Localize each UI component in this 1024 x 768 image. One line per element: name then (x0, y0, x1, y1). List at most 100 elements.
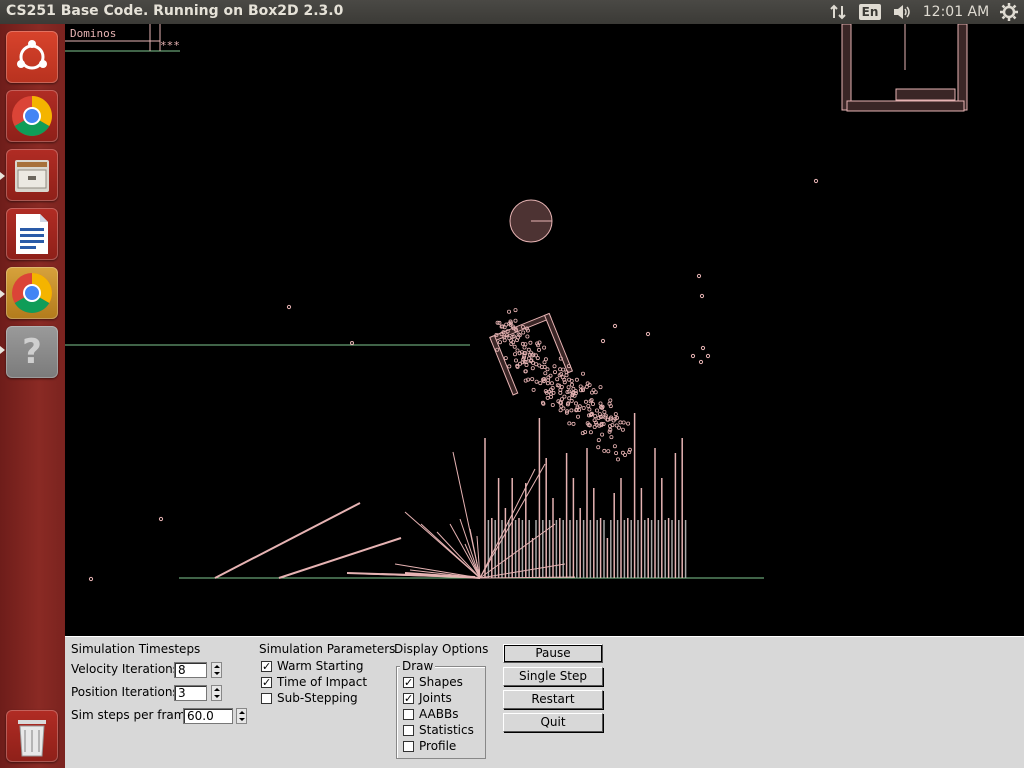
aabbs-label: AABBs (419, 707, 459, 721)
particle (621, 420, 626, 425)
particle (559, 397, 564, 402)
launcher-trash[interactable] (6, 710, 58, 762)
pendulum-ball (509, 199, 553, 243)
particle (573, 401, 578, 406)
time-of-impact-checkbox[interactable]: ✓ (261, 677, 272, 688)
simulation-canvas[interactable]: Dominos *** (65, 24, 1024, 636)
launcher-ubuntu-dash[interactable] (6, 31, 58, 83)
particle (543, 357, 548, 362)
particle (569, 382, 574, 387)
power-gear-icon[interactable] (998, 0, 1020, 24)
parameters-heading: Simulation Parameters (259, 642, 396, 656)
particle (555, 377, 560, 382)
launcher-chrome[interactable] (6, 90, 58, 142)
network-icon[interactable] (826, 0, 850, 24)
particle (503, 356, 508, 361)
particle (521, 330, 526, 335)
launcher-chrome-running[interactable] (6, 267, 58, 319)
particle (534, 379, 539, 384)
particle (497, 340, 502, 345)
launcher-writer[interactable] (6, 208, 58, 260)
launcher-help[interactable]: ? (6, 326, 58, 378)
pause-button[interactable]: Pause (503, 644, 603, 663)
particle (584, 399, 589, 404)
particle-cloud (88, 178, 819, 582)
time-of-impact-label: Time of Impact (277, 675, 368, 689)
stray-particle (286, 304, 292, 310)
particle (536, 347, 541, 352)
joints-label: Joints (419, 691, 452, 705)
velocity-iterations-spinner[interactable] (211, 662, 222, 678)
statistics-checkbox[interactable] (403, 725, 414, 736)
keyboard-layout-label: En (858, 4, 882, 20)
particle (552, 370, 557, 375)
particle (588, 430, 593, 435)
particle (593, 414, 598, 419)
stray-particle (705, 353, 711, 359)
particle (515, 348, 520, 353)
particle (596, 445, 601, 450)
shapes-checkbox[interactable]: ✓ (403, 677, 414, 688)
sub-stepping-checkbox[interactable] (261, 693, 272, 704)
sim-steps-spinner[interactable] (236, 708, 247, 724)
particle (562, 394, 567, 399)
stray-particle (600, 338, 606, 344)
particle (598, 401, 603, 406)
particle (598, 385, 603, 390)
particle (543, 371, 548, 376)
particle (616, 457, 621, 462)
ubuntu-logo-icon (17, 40, 47, 70)
particle (559, 384, 564, 389)
particle (586, 403, 591, 408)
particle (502, 338, 507, 343)
particle (530, 366, 535, 371)
stray-particle (699, 293, 705, 299)
top-right-box (841, 24, 968, 112)
particle (545, 395, 550, 400)
particle (623, 452, 628, 457)
stray-particle (690, 353, 696, 359)
stray-particle (158, 516, 164, 522)
joints-checkbox[interactable]: ✓ (403, 693, 414, 704)
position-iterations-input[interactable]: 3 (174, 685, 207, 701)
warm-starting-checkbox[interactable]: ✓ (261, 661, 272, 672)
particle (513, 308, 518, 313)
particle (530, 377, 535, 382)
particle (567, 421, 572, 426)
particle (602, 409, 607, 414)
sim-steps-input[interactable]: 60.0 (183, 708, 233, 724)
particle (542, 345, 547, 350)
quit-button[interactable]: Quit (503, 713, 603, 732)
particle (602, 448, 607, 453)
particle (545, 367, 550, 372)
scene-stars: *** (160, 39, 180, 52)
clock[interactable]: 12:01 AM (920, 0, 992, 24)
stray-particle (612, 323, 618, 329)
timesteps-heading: Simulation Timesteps (71, 642, 201, 656)
sub-stepping-label: Sub-Stepping (277, 691, 358, 705)
particle (526, 347, 531, 352)
particle (613, 412, 618, 417)
particle (549, 381, 554, 386)
aabbs-checkbox[interactable] (403, 709, 414, 720)
single-step-button[interactable]: Single Step (503, 667, 603, 686)
sim-steps-label: Sim steps per frame (71, 708, 193, 722)
launcher-file-manager[interactable] (6, 149, 58, 201)
particle (581, 371, 586, 376)
position-iterations-spinner[interactable] (211, 685, 222, 701)
stray-particle (700, 345, 706, 351)
small-ball (350, 341, 354, 345)
restart-button[interactable]: Restart (503, 690, 603, 709)
particle (530, 360, 535, 365)
particle (531, 387, 536, 392)
shapes-label: Shapes (419, 675, 463, 689)
velocity-iterations-label: Velocity Iterations (71, 662, 180, 676)
velocity-iterations-input[interactable]: 8 (174, 662, 207, 678)
speaker-icon[interactable] (890, 0, 914, 24)
stray-particle (696, 273, 702, 279)
particle (513, 318, 518, 323)
profile-checkbox[interactable] (403, 741, 414, 752)
particle (591, 401, 596, 406)
keyboard-layout-indicator[interactable]: En (858, 0, 882, 24)
particle (571, 386, 576, 391)
